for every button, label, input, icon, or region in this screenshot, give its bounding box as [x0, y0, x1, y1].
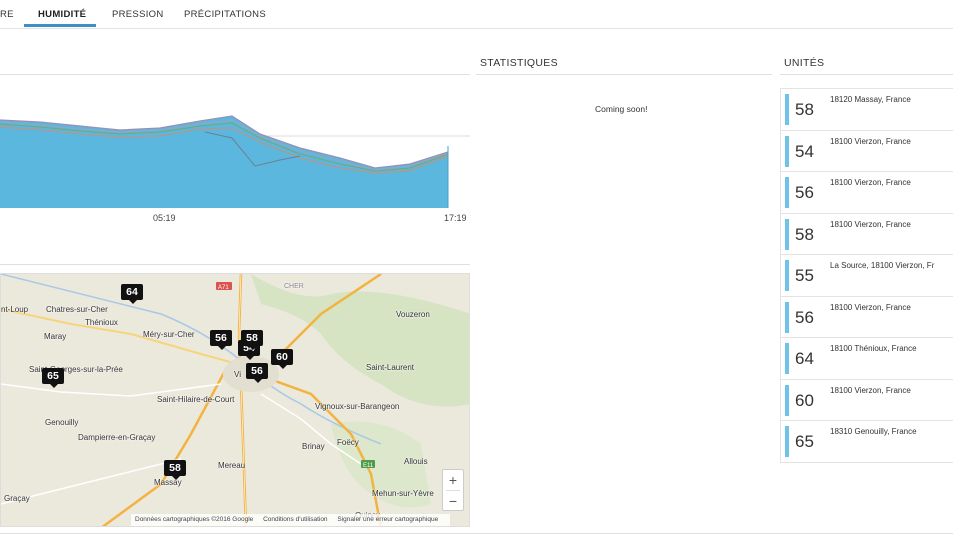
chart-bottom-rule — [0, 264, 470, 265]
unit-value: 56 — [795, 183, 814, 202]
map-place-label: Mehun-sur-Yèvre — [372, 489, 434, 498]
unit-location: 18100 Vierzon, France — [830, 136, 911, 146]
humidity-chart-svg: 05:19 17:19 — [0, 115, 470, 223]
units-rule — [780, 74, 953, 75]
map-marker[interactable]: 65 — [42, 368, 64, 388]
x-tick-label: 17:19 — [444, 213, 467, 223]
units-list: 58 18120 Massay, France 54 18100 Vierzon, … — [780, 88, 953, 463]
unit-item[interactable]: 56 18100 Vierzon, France — [781, 297, 953, 338]
unit-value: 58 — [795, 100, 814, 119]
map-marker[interactable]: 60 — [271, 349, 293, 369]
unit-value: 58 — [795, 224, 814, 244]
map-place-label: Graçay — [4, 494, 30, 503]
unit-indicator — [785, 94, 789, 125]
statistics-title: STATISTIQUES — [480, 57, 558, 69]
unit-location: 18100 Vierzon, France — [830, 302, 911, 312]
unit-indicator — [785, 301, 789, 333]
unit-location: 18100 Vierzon, France — [830, 219, 911, 229]
unit-location: 18100 Thénioux, France — [830, 344, 917, 353]
unit-location: La Source, 18100 Vierzon, Fr — [830, 261, 935, 270]
unit-indicator — [785, 177, 789, 208]
unit-value: 55 — [795, 266, 814, 285]
map-place-label: Dampierre-en-Graçay — [78, 433, 156, 442]
map-place-label: Chatres-sur-Cher — [46, 305, 108, 314]
unit-indicator — [785, 384, 789, 416]
zoom-in-button[interactable]: + — [443, 470, 463, 490]
unit-indicator — [785, 135, 789, 167]
statistics-rule — [476, 74, 772, 75]
unit-indicator — [785, 343, 789, 374]
map-marker[interactable]: 56 — [246, 363, 268, 383]
map-terms-link[interactable]: Conditions d'utilisation — [263, 516, 327, 523]
unit-item[interactable]: 56 18100 Vierzon, France — [781, 172, 953, 214]
map-place-label: Vouzeron — [396, 310, 430, 319]
unit-value: 64 — [795, 349, 814, 368]
map-place-label: Mereau — [218, 461, 246, 470]
map-place-label: Foëcy — [337, 438, 359, 447]
units-title: UNITÉS — [784, 57, 825, 69]
unit-indicator — [785, 426, 789, 457]
active-tab-indicator — [24, 24, 96, 27]
unit-value: 54 — [795, 141, 814, 161]
page-bottom-rule — [0, 533, 953, 534]
unit-value: 60 — [795, 390, 814, 410]
map-place-label: Genouilly — [45, 418, 79, 427]
map-place-label: Méry-sur-Cher — [143, 330, 195, 339]
map-zoom-control: + − — [442, 469, 464, 511]
road-badge-label: A71 — [218, 285, 229, 291]
map-place-label: Allouis — [404, 457, 428, 466]
tab-humidity[interactable]: HUMIDITÉ — [38, 9, 86, 20]
map-place-label: Vi — [234, 370, 241, 379]
map-place-label: Saint-Laurent — [366, 363, 415, 372]
map-attribution: Données cartographiques ©2016 Google Con… — [131, 514, 451, 526]
unit-item[interactable]: 58 18100 Vierzon, France — [781, 214, 953, 255]
map-marker[interactable]: 58 — [241, 330, 263, 350]
unit-value: 56 — [795, 307, 814, 327]
unit-item[interactable]: 54 18100 Vierzon, France — [781, 131, 953, 172]
tab-bar: RE HUMIDITÉ PRESSION PRÉCIPITATIONS — [0, 0, 953, 29]
unit-location: 18120 Massay, France — [830, 95, 911, 104]
tab-temperature[interactable]: RE — [0, 9, 14, 20]
unit-item[interactable]: 64 18100 Thénioux, France — [781, 338, 953, 380]
unit-item[interactable]: 55 La Source, 18100 Vierzon, Fr — [781, 255, 953, 297]
map-place-label: Saint-Hilaire-de-Court — [157, 395, 235, 404]
unit-value: 65 — [795, 432, 814, 451]
x-tick-label: 05:19 — [153, 213, 176, 223]
tab-precipitation[interactable]: PRÉCIPITATIONS — [184, 9, 266, 20]
map-marker[interactable]: 56 — [210, 330, 232, 350]
unit-location: 18310 Genouilly, France — [830, 427, 917, 436]
map-place-label: Vignoux-sur-Barangeon — [315, 402, 400, 411]
map-place-label: Maray — [44, 332, 67, 341]
map[interactable]: A71 E11 nt-Loup Chatres-sur-Cher Théniou… — [0, 273, 470, 527]
map-place-label: Thénioux — [85, 318, 118, 327]
zoom-out-button[interactable]: − — [443, 491, 463, 511]
unit-item[interactable]: 65 18310 Genouilly, France — [781, 421, 953, 463]
unit-indicator — [785, 218, 789, 250]
map-place-label: Brinay — [302, 442, 325, 451]
unit-location: 18100 Vierzon, France — [830, 178, 911, 187]
statistics-message: Coming soon! — [595, 104, 648, 114]
map-data-credit: Données cartographiques ©2016 Google — [135, 516, 254, 523]
tab-pressure[interactable]: PRESSION — [112, 9, 164, 20]
map-marker[interactable]: 58 — [164, 460, 186, 480]
unit-location: 18100 Vierzon, France — [830, 385, 911, 395]
map-marker[interactable]: 64 — [121, 284, 143, 304]
unit-item[interactable]: 60 18100 Vierzon, France — [781, 380, 953, 421]
unit-indicator — [785, 260, 789, 291]
map-place-label: nt-Loup — [1, 305, 29, 314]
map-report-link[interactable]: Signaler une erreur cartographique — [337, 516, 438, 523]
map-region-label: CHER — [284, 283, 304, 290]
chart-top-rule — [0, 74, 470, 75]
road-badge-label: E11 — [363, 463, 374, 469]
unit-item[interactable]: 58 18120 Massay, France — [781, 89, 953, 131]
humidity-chart[interactable]: 05:19 17:19 — [0, 76, 470, 226]
